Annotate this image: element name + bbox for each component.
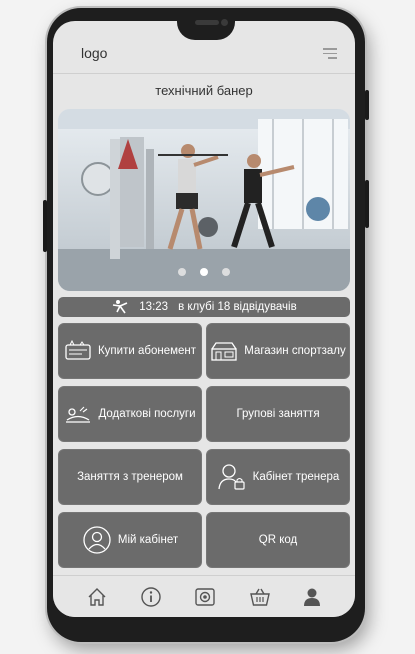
phone-side-button: [365, 90, 369, 120]
menu-icon[interactable]: [323, 48, 337, 60]
status-visitors: в клубі 18 відвідувачів: [178, 301, 297, 313]
phone-side-button: [365, 180, 369, 228]
banner-carousel[interactable]: [58, 109, 350, 291]
status-time: 13:23: [139, 301, 169, 313]
gym-shop-button[interactable]: Магазин спортзалу: [206, 323, 350, 379]
buy-subscription-button[interactable]: Купити абонемент: [58, 323, 202, 379]
group-classes-button[interactable]: Групові заняття: [206, 386, 350, 442]
tile-label: Купити абонемент: [97, 345, 197, 357]
home-icon[interactable]: [86, 586, 108, 608]
qr-code-button[interactable]: QR код: [206, 512, 350, 568]
app-logo[interactable]: logo: [81, 45, 107, 61]
shop-icon: [211, 342, 237, 361]
trainer-cabinet-button[interactable]: Кабінет тренера: [206, 449, 350, 505]
trainer-lock-icon: [218, 464, 245, 490]
phone-side-button: [43, 200, 47, 252]
carousel-dot[interactable]: [222, 268, 230, 276]
trainer-sessions-button[interactable]: Заняття з тренером: [58, 449, 202, 505]
my-cabinet-button[interactable]: Мій кабінет: [58, 512, 202, 568]
banner-title: технічний банер: [155, 83, 253, 98]
camera-icon[interactable]: [194, 586, 216, 608]
tile-label: Кабінет тренера: [252, 471, 340, 483]
tile-label: Заняття з тренером: [77, 471, 183, 483]
profile-icon[interactable]: [301, 586, 323, 608]
bottom-nav: [53, 575, 355, 617]
carousel-dot[interactable]: [178, 268, 186, 276]
tile-label: Магазин спортзалу: [244, 345, 346, 357]
ticket-icon: [65, 340, 91, 360]
app-screen: logo технічний банер 13:23 в клубі 18 ві…: [53, 21, 355, 617]
tile-label: Групові заняття: [236, 408, 320, 420]
tile-label: Мій кабінет: [117, 534, 179, 546]
running-person-icon: [113, 300, 128, 314]
tile-label: QR код: [258, 534, 298, 546]
basket-icon[interactable]: [249, 586, 271, 608]
carousel-dot-active[interactable]: [200, 268, 208, 276]
info-icon[interactable]: [140, 586, 162, 608]
tile-label: Додаткові послуги: [98, 408, 196, 420]
carousel-dots: [58, 263, 350, 281]
club-status-bar: 13:23 в клубі 18 відвідувачів: [58, 297, 350, 317]
phone-notch: [177, 8, 235, 40]
massage-icon: [66, 406, 91, 423]
user-circle-icon: [83, 526, 111, 554]
extra-services-button[interactable]: Додаткові послуги: [58, 386, 202, 442]
